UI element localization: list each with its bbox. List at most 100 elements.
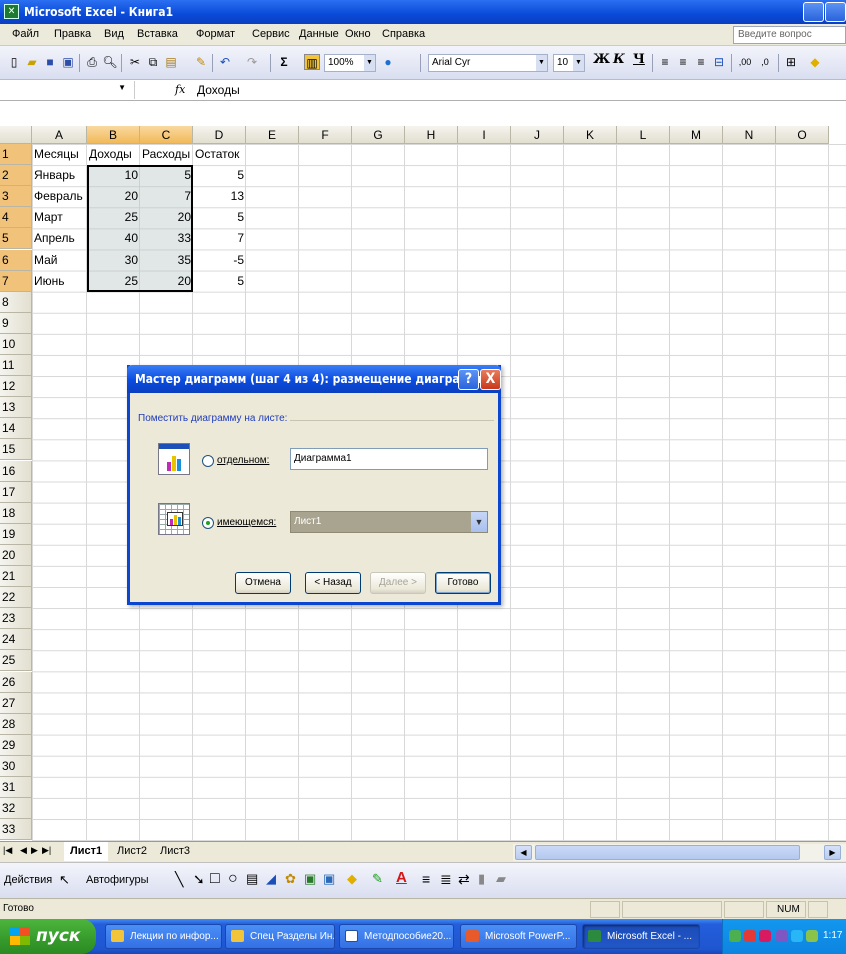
data-cell[interactable]: 20 <box>140 209 193 226</box>
preview-icon[interactable]: 🔍︎ <box>102 54 118 70</box>
menu-format[interactable]: Формат <box>196 28 235 40</box>
back-button[interactable]: < Назад <box>305 572 361 594</box>
radio-existing-sheet[interactable] <box>202 517 214 529</box>
col-header-f[interactable]: F <box>299 126 352 144</box>
row-header-1[interactable]: 1 <box>0 144 32 165</box>
data-cell[interactable]: 5 <box>193 167 246 184</box>
line-icon[interactable]: ╲ <box>175 871 183 888</box>
row-header-24[interactable]: 24 <box>0 629 32 651</box>
formula-content[interactable]: Доходы <box>197 83 240 97</box>
cancel-button[interactable]: Отмена <box>235 572 291 594</box>
col-header-h[interactable]: H <box>405 126 458 144</box>
row-header-31[interactable]: 31 <box>0 777 32 798</box>
row-header-26[interactable]: 26 <box>0 671 32 693</box>
update-icon[interactable] <box>806 930 818 942</box>
align-right-icon[interactable]: ≡ <box>693 54 709 70</box>
underline-button[interactable]: Ч <box>633 52 645 67</box>
header-cell[interactable]: Расходы <box>140 146 193 163</box>
font-combo[interactable]: Arial Cyr ▼ <box>428 54 548 72</box>
data-cell[interactable]: 30 <box>87 252 140 269</box>
row-header-6[interactable]: 6 <box>0 249 32 271</box>
minimize-button[interactable] <box>803 2 824 22</box>
row-header-4[interactable]: 4 <box>0 207 32 229</box>
menu-edit[interactable]: Правка <box>54 28 91 40</box>
shadow-icon[interactable]: ▮ <box>478 871 485 887</box>
col-header-e[interactable]: E <box>246 126 299 144</box>
row-header-25[interactable]: 25 <box>0 650 32 672</box>
tab-nav-next-icon[interactable]: ▶ <box>31 845 38 856</box>
rectangle-icon[interactable]: □ <box>210 870 220 888</box>
redo-icon[interactable]: ↷ <box>244 54 260 70</box>
row-header-7[interactable]: 7 <box>0 270 32 292</box>
col-header-a[interactable]: A <box>32 126 87 144</box>
header-cell[interactable]: Месяцы <box>32 146 87 163</box>
data-cell[interactable]: 7 <box>140 188 193 205</box>
col-header-g[interactable]: G <box>352 126 405 144</box>
name-box[interactable]: ▼ <box>32 81 135 99</box>
col-header-i[interactable]: I <box>458 126 511 144</box>
row-header-10[interactable]: 10 <box>0 333 32 355</box>
bold-button[interactable]: Ж <box>593 52 610 67</box>
scroll-thumb[interactable] <box>535 845 800 860</box>
scroll-left-icon[interactable]: ◀ <box>515 845 532 860</box>
row-header-32[interactable]: 32 <box>0 798 32 820</box>
row-header-20[interactable]: 20 <box>0 544 32 566</box>
security-icon[interactable] <box>759 930 771 942</box>
select-objects-icon[interactable]: ↖ <box>59 872 70 888</box>
help-icon[interactable]: ● <box>380 54 396 70</box>
data-cell[interactable]: 5 <box>140 167 193 184</box>
row-header-9[interactable]: 9 <box>0 312 32 334</box>
data-cell[interactable]: 25 <box>87 209 140 226</box>
wordart-icon[interactable]: ◢ <box>266 871 276 887</box>
font-color-icon[interactable]: A <box>396 869 407 886</box>
paste-icon[interactable]: ▤ <box>163 54 179 70</box>
borders-icon[interactable]: ⊞ <box>783 54 799 70</box>
menu-help[interactable]: Справка <box>382 28 425 40</box>
line-style-icon[interactable]: ≡ <box>422 871 430 887</box>
row-header-5[interactable]: 5 <box>0 228 32 250</box>
textbox-icon[interactable]: ▤ <box>246 871 258 887</box>
task-spec[interactable]: Спец Разделы Ин... <box>225 924 335 949</box>
menu-file[interactable]: Файл <box>12 28 39 40</box>
row-header-18[interactable]: 18 <box>0 502 32 524</box>
increase-decimal-icon[interactable]: ,00 <box>737 54 753 70</box>
scroll-right-icon[interactable]: ▶ <box>824 845 841 860</box>
col-header-k[interactable]: K <box>564 126 617 144</box>
merge-center-icon[interactable]: ⊟ <box>711 54 727 70</box>
row-header-17[interactable]: 17 <box>0 481 32 503</box>
shield-icon[interactable] <box>776 930 788 942</box>
font-size-combo[interactable]: 10 ▼ <box>553 54 585 72</box>
separate-sheet-name-input[interactable]: Диаграмма1 <box>290 448 488 470</box>
row-header-29[interactable]: 29 <box>0 734 32 756</box>
row-header-11[interactable]: 11 <box>0 355 32 376</box>
task-powerpoint[interactable]: Microsoft PowerP... <box>460 924 577 949</box>
actions-menu[interactable]: Действия <box>4 874 52 886</box>
autosum-icon[interactable]: Σ <box>276 54 292 70</box>
autoshapes-menu[interactable]: Автофигуры <box>86 874 149 886</box>
data-cell[interactable]: 40 <box>87 230 140 247</box>
close-button[interactable]: X <box>480 369 501 390</box>
clipart-icon[interactable]: ▣ <box>304 871 316 887</box>
col-header-b[interactable]: B <box>87 126 140 144</box>
diagram-icon[interactable]: ✿ <box>285 871 296 887</box>
dash-style-icon[interactable]: ≣ <box>440 871 452 888</box>
print-icon[interactable]: ⎙ <box>84 54 100 70</box>
row-header-28[interactable]: 28 <box>0 713 32 735</box>
row-header-15[interactable]: 15 <box>0 439 32 461</box>
task-lectures[interactable]: Лекции по инфор... <box>105 924 222 949</box>
italic-button[interactable]: К <box>613 52 625 67</box>
oval-icon[interactable]: ○ <box>228 870 238 888</box>
format-painter-icon[interactable]: ✎ <box>193 54 209 70</box>
task-excel[interactable]: Microsoft Excel - ... <box>582 924 700 949</box>
col-header-d[interactable]: D <box>193 126 246 144</box>
data-cell[interactable]: 20 <box>87 188 140 205</box>
row-header-21[interactable]: 21 <box>0 566 32 587</box>
data-cell[interactable]: 33 <box>140 230 193 247</box>
antivirus-icon[interactable] <box>744 930 756 942</box>
chevron-down-icon[interactable]: ▼ <box>118 83 126 92</box>
new-icon[interactable]: ▯ <box>6 54 22 70</box>
permission-icon[interactable]: ▣ <box>60 54 76 70</box>
task-word[interactable]: Методпособие20... <box>339 924 454 949</box>
fx-icon[interactable]: fx <box>175 83 185 96</box>
row-header-3[interactable]: 3 <box>0 186 32 208</box>
